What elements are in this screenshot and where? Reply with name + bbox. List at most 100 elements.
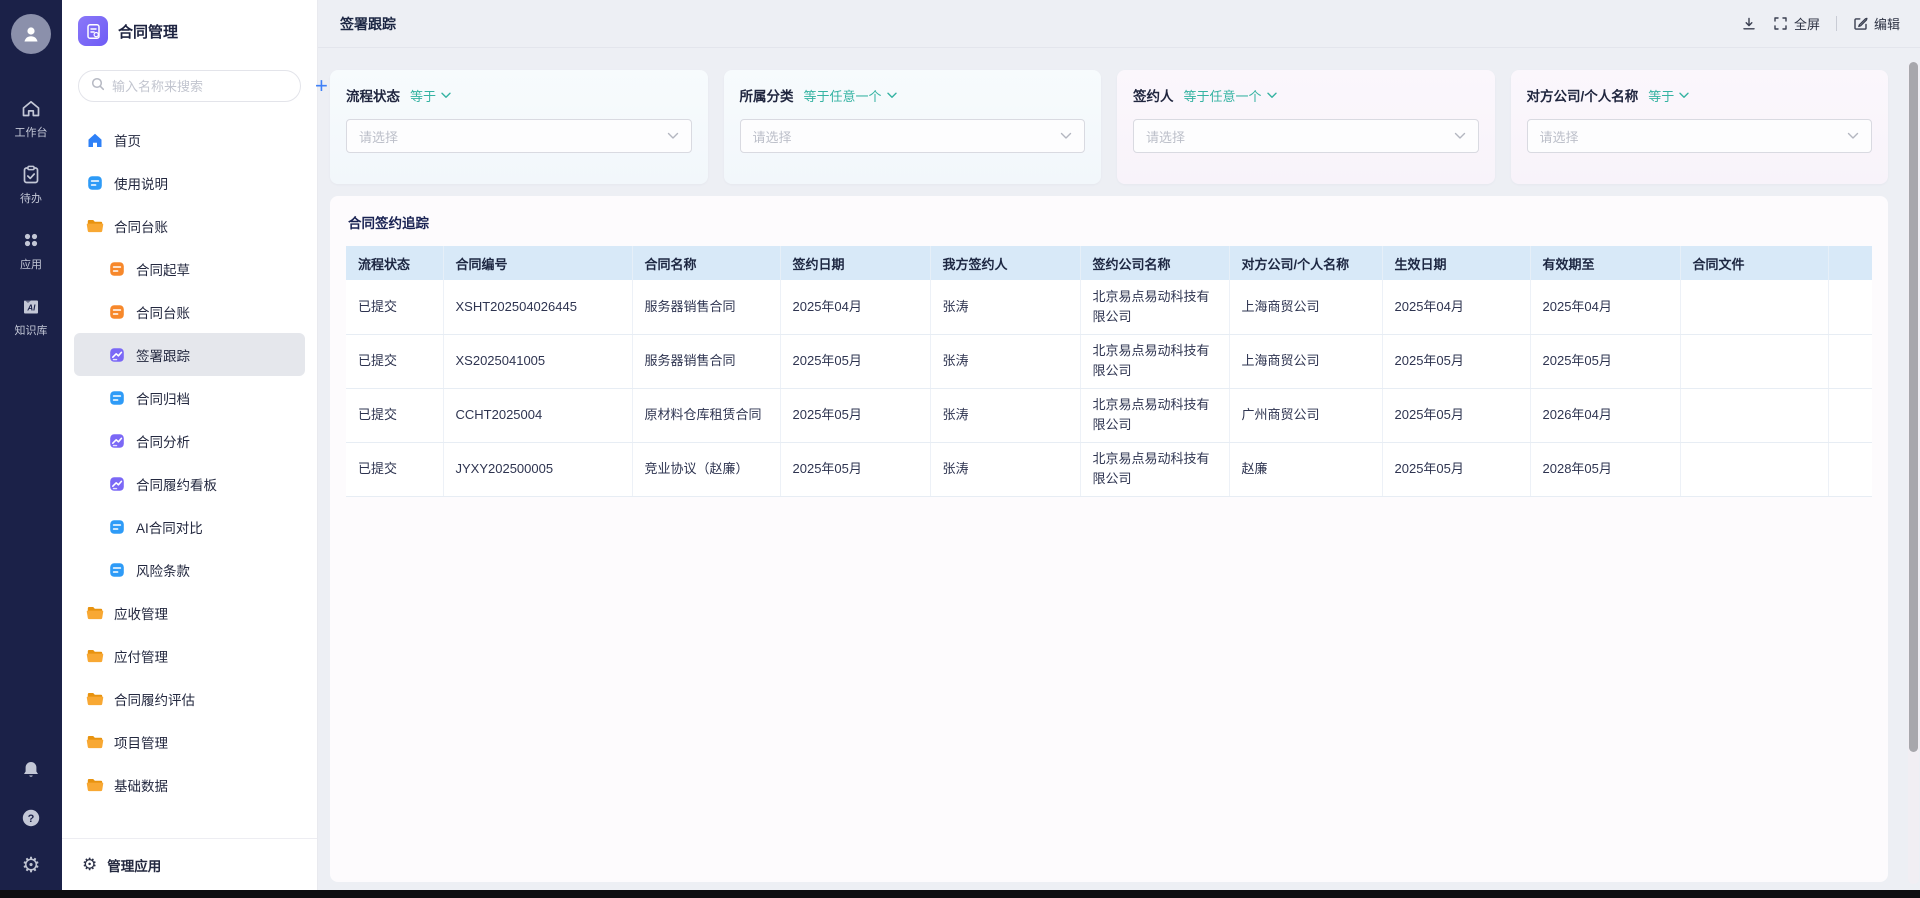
svg-text:?: ?: [28, 813, 35, 825]
cell-counterparty: 赵廉: [1229, 442, 1382, 496]
select-placeholder: 请选择: [359, 127, 667, 146]
rail-item-knowledge[interactable]: AI 知识库: [15, 296, 48, 338]
manage-app-button[interactable]: ⚙ 管理应用: [62, 838, 317, 890]
cell-filler: [1828, 280, 1872, 334]
home-icon: [86, 131, 104, 149]
chevron-down-icon: [887, 92, 897, 99]
edit-button[interactable]: 编辑: [1853, 14, 1900, 33]
sidebar-item-ai-compare[interactable]: AI合同对比: [74, 505, 305, 548]
ai-book-icon: AI: [20, 296, 42, 318]
table-row[interactable]: 已提交 CCHT2025004 原材料仓库租赁合同 2025年05月 张涛 北京…: [346, 388, 1872, 442]
app-sidebar: 合同管理 + 首页 使用说明 合同台账 合同起草 合同台账: [62, 0, 318, 890]
sidebar-item-ledger-folder[interactable]: 合同台账: [74, 204, 305, 247]
app-rail: 工作台 待办 应用 AI 知识库 ? ⚙: [0, 0, 62, 898]
cell-our-signer: 张涛: [930, 388, 1080, 442]
sidebar-item-performance-eval[interactable]: 合同履约评估: [74, 677, 305, 720]
scrollbar-thumb[interactable]: [1909, 62, 1918, 752]
app-title: 合同管理: [118, 21, 178, 42]
col-header[interactable]: 签约公司名称: [1080, 246, 1229, 280]
bell-icon[interactable]: [20, 759, 42, 781]
cell-valid-until: 2028年05月: [1530, 442, 1680, 496]
rail-item-label: 知识库: [15, 322, 48, 338]
sidebar-item-label: 合同归档: [136, 388, 190, 408]
filter-label: 签约人: [1133, 85, 1174, 105]
col-header[interactable]: 签约日期: [780, 246, 930, 280]
search-row: +: [78, 70, 303, 102]
filter-card-counterparty: 对方公司/个人名称 等于 请选择: [1511, 70, 1889, 184]
panel-title: 合同签约追踪: [348, 212, 1872, 232]
sidebar-item-instructions[interactable]: 使用说明: [74, 161, 305, 204]
fullscreen-icon: [1773, 16, 1788, 31]
chart-icon: [108, 475, 126, 493]
chevron-down-icon: [1060, 132, 1072, 140]
filter-operator[interactable]: 等于: [1648, 86, 1689, 105]
document-icon: [108, 389, 126, 407]
sidebar-item-home[interactable]: 首页: [74, 118, 305, 161]
document-icon: [108, 518, 126, 536]
col-header[interactable]: 生效日期: [1382, 246, 1530, 280]
filter-select[interactable]: 请选择: [740, 119, 1086, 153]
col-header[interactable]: 合同名称: [632, 246, 780, 280]
sidebar-item-label: 合同履约看板: [136, 474, 217, 494]
col-header[interactable]: 我方签约人: [930, 246, 1080, 280]
cell-contract-file: [1680, 388, 1828, 442]
cell-contract-no: XS2025041005: [443, 334, 632, 388]
document-icon: [108, 303, 126, 321]
cell-counterparty: 上海商贸公司: [1229, 334, 1382, 388]
col-header[interactable]: 流程状态: [346, 246, 443, 280]
settings-gear-icon[interactable]: ⚙: [22, 855, 41, 876]
filter-operator[interactable]: 等于任意一个: [1184, 86, 1277, 105]
table-row[interactable]: 已提交 XSHT202504026445 服务器销售合同 2025年04月 张涛…: [346, 280, 1872, 334]
search-box[interactable]: [78, 70, 301, 102]
sidebar-item-contract-draft[interactable]: 合同起草: [74, 247, 305, 290]
sidebar-item-label: 项目管理: [114, 732, 168, 752]
sidebar-item-projects[interactable]: 项目管理: [74, 720, 305, 763]
filter-operator[interactable]: 等于: [410, 86, 451, 105]
sidebar-item-label: 合同起草: [136, 259, 190, 279]
chart-icon: [108, 432, 126, 450]
sidebar-item-label: 合同台账: [114, 216, 168, 236]
filter-select[interactable]: 请选择: [1527, 119, 1873, 153]
col-header[interactable]: 有效期至: [1530, 246, 1680, 280]
folder-icon: [86, 776, 104, 794]
download-button[interactable]: [1741, 16, 1757, 32]
user-avatar[interactable]: [11, 14, 51, 54]
cell-sign-date: 2025年04月: [780, 280, 930, 334]
rail-item-todo[interactable]: 待办: [20, 164, 42, 206]
sidebar-item-payables[interactable]: 应付管理: [74, 634, 305, 677]
cell-valid-until: 2025年04月: [1530, 280, 1680, 334]
sidebar-item-signing-tracking[interactable]: 签署跟踪: [74, 333, 305, 376]
cell-counterparty: 广州商贸公司: [1229, 388, 1382, 442]
filter-label: 对方公司/个人名称: [1527, 85, 1639, 105]
cell-company: 北京易点易动科技有限公司: [1080, 334, 1229, 388]
sidebar-item-contract-archive[interactable]: 合同归档: [74, 376, 305, 419]
sidebar-item-contract-ledger[interactable]: 合同台账: [74, 290, 305, 333]
col-header[interactable]: 对方公司/个人名称: [1229, 246, 1382, 280]
search-input[interactable]: [112, 79, 288, 94]
sidebar-item-contract-analysis[interactable]: 合同分析: [74, 419, 305, 462]
filter-select[interactable]: 请选择: [346, 119, 692, 153]
filter-operator[interactable]: 等于任意一个: [804, 86, 897, 105]
contracts-table: 流程状态 合同编号 合同名称 签约日期 我方签约人 签约公司名称 对方公司/个人…: [346, 246, 1872, 497]
rail-item-workbench[interactable]: 工作台: [15, 98, 48, 140]
sidebar-item-base-data[interactable]: 基础数据: [74, 763, 305, 806]
sidebar-item-performance-board[interactable]: 合同履约看板: [74, 462, 305, 505]
clipboard-check-icon: [20, 164, 42, 186]
help-icon[interactable]: ?: [20, 807, 42, 829]
sidebar-item-risk-clauses[interactable]: 风险条款: [74, 548, 305, 591]
cell-our-signer: 张涛: [930, 280, 1080, 334]
table-row[interactable]: 已提交 XS2025041005 服务器销售合同 2025年05月 张涛 北京易…: [346, 334, 1872, 388]
table-row[interactable]: 已提交 JYXY202500005 竞业协议（赵廉） 2025年05月 张涛 北…: [346, 442, 1872, 496]
fullscreen-button[interactable]: 全屏: [1773, 14, 1820, 33]
contract-app-icon: [78, 16, 108, 46]
vertical-scrollbar[interactable]: [1908, 62, 1919, 884]
rail-item-apps[interactable]: 应用: [20, 230, 42, 272]
sidebar-item-receivables[interactable]: 应收管理: [74, 591, 305, 634]
chevron-down-icon: [667, 132, 679, 140]
filter-select[interactable]: 请选择: [1133, 119, 1479, 153]
col-header[interactable]: 合同编号: [443, 246, 632, 280]
topbar: 签署跟踪 全屏 编辑: [318, 0, 1920, 48]
col-header[interactable]: 合同文件: [1680, 246, 1828, 280]
tracking-panel: 合同签约追踪 流程状态 合同编号 合同名称 签约日期 我方签约人 签约公司名称 …: [330, 196, 1888, 882]
cell-effective-date: 2025年05月: [1382, 388, 1530, 442]
